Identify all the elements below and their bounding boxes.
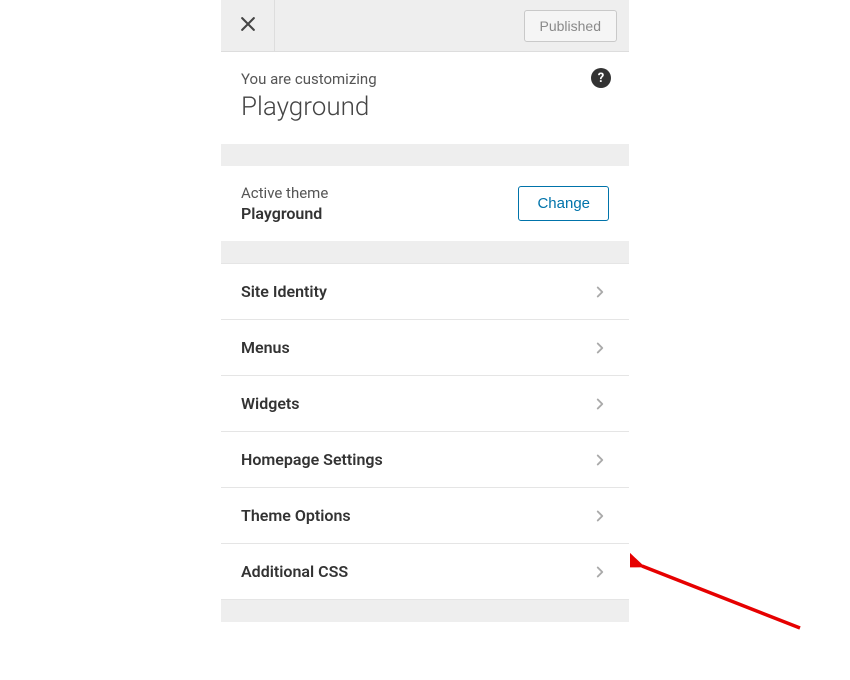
chevron-right-icon bbox=[591, 451, 609, 469]
active-theme-label: Active theme bbox=[241, 184, 328, 202]
divider bbox=[221, 144, 629, 166]
menu-item-label: Additional CSS bbox=[241, 562, 348, 581]
menu-item-label: Site Identity bbox=[241, 282, 327, 301]
published-button[interactable]: Published bbox=[524, 10, 618, 42]
customizer-panel: Published You are customizing Playground… bbox=[221, 0, 629, 622]
close-button[interactable] bbox=[221, 0, 275, 52]
top-bar: Published bbox=[221, 0, 629, 52]
active-theme-name: Playground bbox=[241, 204, 328, 223]
chevron-right-icon bbox=[591, 339, 609, 357]
close-icon bbox=[238, 14, 258, 38]
menu-item-additional-css[interactable]: Additional CSS bbox=[221, 544, 629, 600]
change-theme-button[interactable]: Change bbox=[518, 186, 609, 221]
customizing-title: Playground bbox=[241, 92, 609, 122]
customizing-header: You are customizing Playground ? bbox=[221, 52, 629, 144]
annotation-arrow-icon bbox=[630, 548, 810, 642]
divider bbox=[221, 600, 629, 622]
help-button[interactable]: ? bbox=[591, 68, 611, 88]
menu-item-label: Homepage Settings bbox=[241, 450, 383, 469]
customizing-label: You are customizing bbox=[241, 70, 609, 88]
menu-item-label: Menus bbox=[241, 338, 290, 357]
menu-list: Site Identity Menus Widgets Homepage Set… bbox=[221, 263, 629, 600]
menu-item-theme-options[interactable]: Theme Options bbox=[221, 488, 629, 544]
menu-item-label: Theme Options bbox=[241, 506, 351, 525]
chevron-right-icon bbox=[591, 283, 609, 301]
chevron-right-icon bbox=[591, 563, 609, 581]
menu-item-menus[interactable]: Menus bbox=[221, 320, 629, 376]
menu-item-homepage-settings[interactable]: Homepage Settings bbox=[221, 432, 629, 488]
menu-item-widgets[interactable]: Widgets bbox=[221, 376, 629, 432]
theme-info: Active theme Playground bbox=[241, 184, 328, 223]
menu-item-label: Widgets bbox=[241, 394, 300, 413]
help-icon: ? bbox=[598, 71, 604, 86]
chevron-right-icon bbox=[591, 507, 609, 525]
menu-item-site-identity[interactable]: Site Identity bbox=[221, 263, 629, 320]
divider bbox=[221, 241, 629, 263]
active-theme-row: Active theme Playground Change bbox=[221, 166, 629, 241]
chevron-right-icon bbox=[591, 395, 609, 413]
